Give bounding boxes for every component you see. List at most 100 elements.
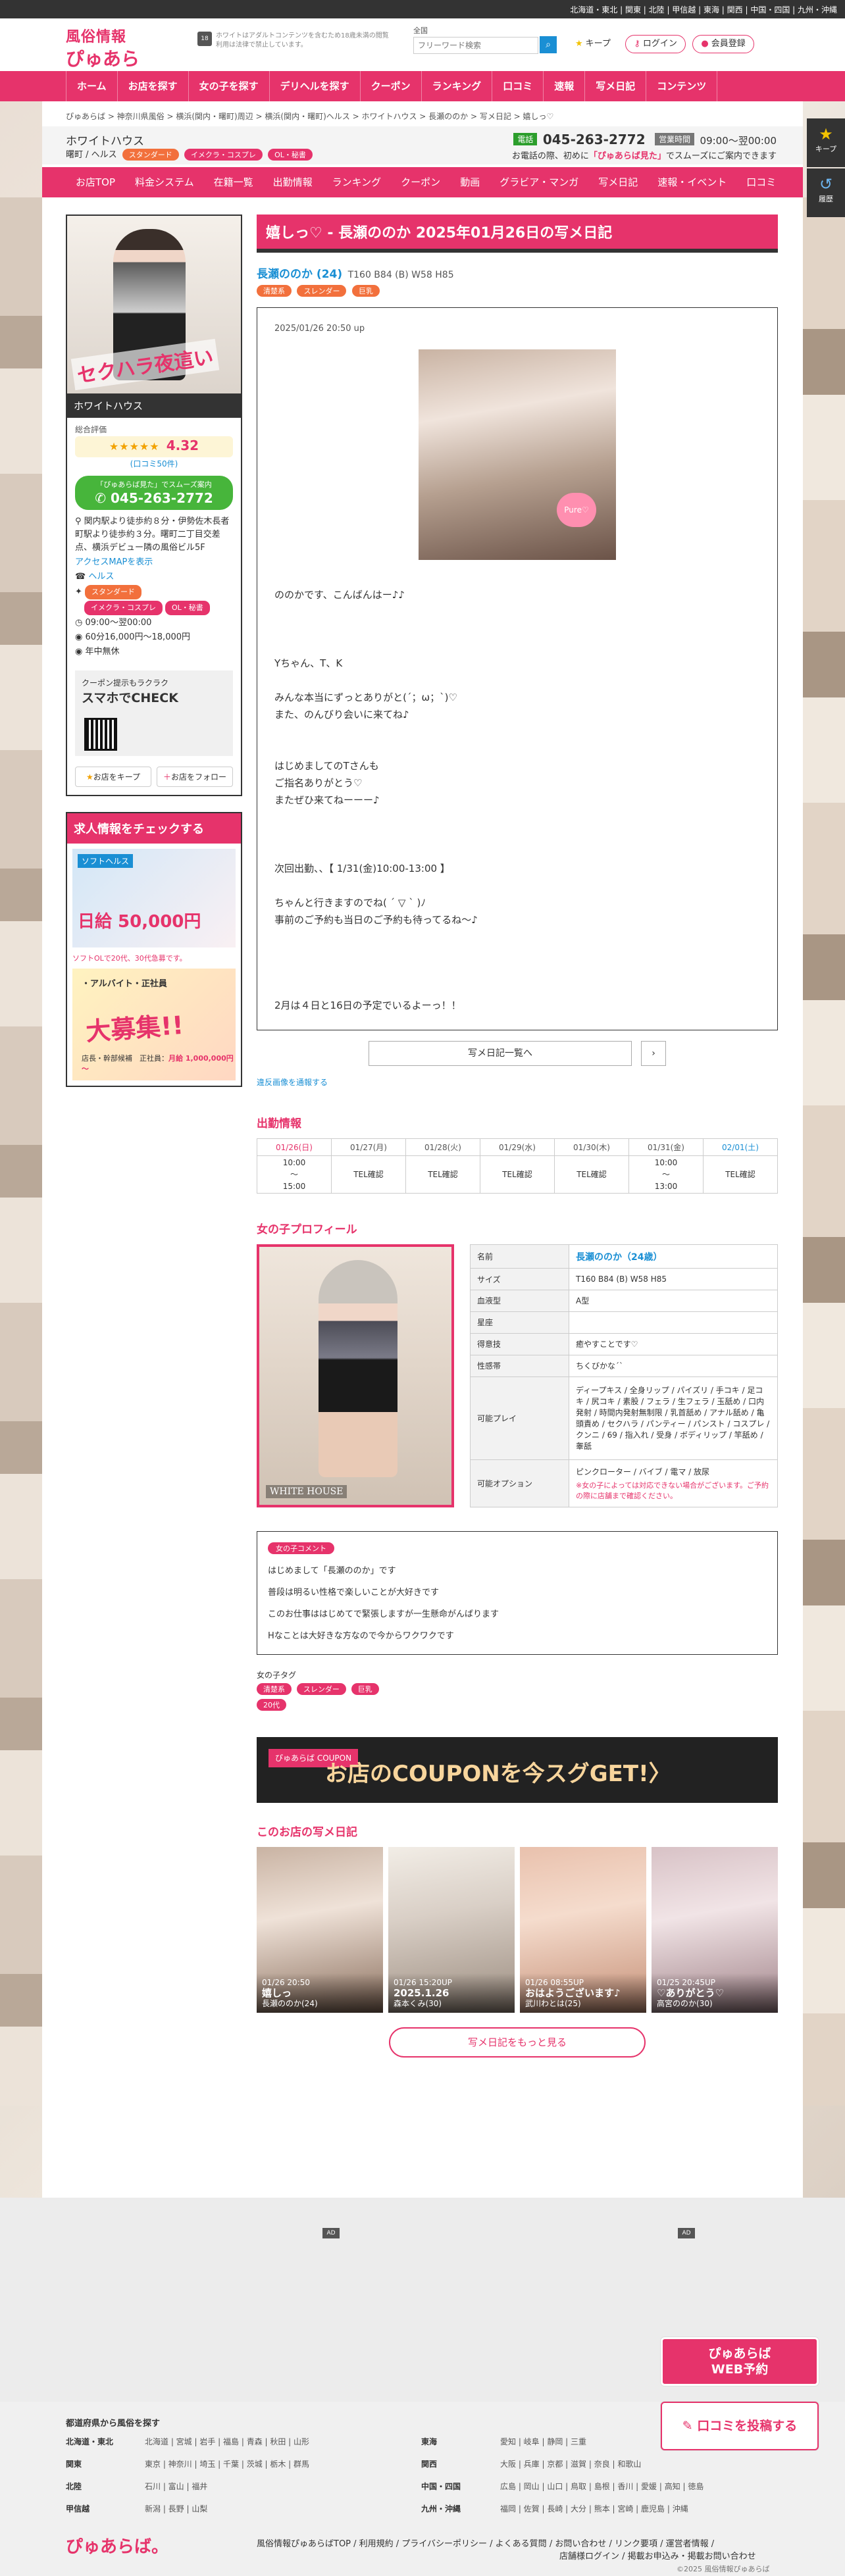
- diary-card[interactable]: 01/26 15:20UP 2025.1.26 森本くみ(30): [388, 1847, 515, 2013]
- profile-value[interactable]: 長瀬ののか（24歳）: [576, 1252, 662, 1263]
- sidebar-tag[interactable]: スタンダード: [85, 585, 142, 599]
- side-keep-label: キープ: [815, 145, 837, 153]
- shop-nav-item[interactable]: 速報・イベント: [648, 167, 736, 197]
- sidebar-tag[interactable]: イメクラ・コスプレ: [84, 601, 163, 615]
- girl-tag[interactable]: 清楚系: [257, 285, 292, 297]
- girl-tag-list: 清楚系 スレンダー 巨乳: [257, 1683, 778, 1695]
- shop-tag[interactable]: スタンダード: [122, 149, 179, 161]
- girl-tag[interactable]: スレンダー: [296, 1683, 346, 1695]
- coupon-banner[interactable]: ぴゅあらば COUPON お店のCOUPONを今スグGET!〉: [257, 1737, 778, 1803]
- shop-nav-item[interactable]: お店TOP: [66, 167, 125, 197]
- shop-nav-item[interactable]: 出勤情報: [263, 167, 322, 197]
- footer-prefecture-links[interactable]: 福岡 | 佐賀 | 長崎 | 大分 | 熊本 | 宮崎 | 鹿児島 | 沖縄: [500, 2498, 688, 2520]
- girl-tag[interactable]: 20代: [257, 1699, 286, 1711]
- schedule-date: 01/31(金): [629, 1139, 703, 1156]
- schedule-day: 01/30(木) TEL確認: [555, 1139, 629, 1193]
- girl-tag[interactable]: スレンダー: [297, 285, 347, 297]
- global-nav-item[interactable]: 口コミ: [492, 71, 543, 101]
- sidebar-tag[interactable]: OL・秘書: [165, 601, 210, 615]
- shop-card-caption: ホワイトハウス: [67, 393, 241, 418]
- profile-photo[interactable]: WHITE HOUSE: [257, 1244, 454, 1507]
- keep-button[interactable]: ★ キープ: [567, 36, 619, 54]
- shop-nav-item[interactable]: ランキング: [322, 167, 392, 197]
- shop-tag[interactable]: OL・秘書: [268, 149, 313, 161]
- diary-date: 2025/01/26 20:50 up: [274, 324, 365, 334]
- home-icon[interactable]: ホーム: [66, 71, 117, 101]
- login-button[interactable]: ⚷ ログイン: [625, 35, 686, 53]
- more-diaries-button[interactable]: 写メ日記をもっと見る: [389, 2027, 646, 2058]
- footer-links-1[interactable]: 風俗情報ぴゅあらばTOP / 利用規約 / プライバシーポリシー / よくある質…: [257, 2537, 756, 2549]
- shop-keep-button[interactable]: ★お店をキープ: [75, 767, 151, 787]
- girl-tag[interactable]: 巨乳: [351, 1683, 379, 1695]
- shop-nav-item[interactable]: グラビア・マンガ: [490, 167, 588, 197]
- girl-size: T160 B84 (B) W58 H85: [347, 270, 454, 280]
- genre-link[interactable]: ヘルス: [88, 572, 114, 582]
- global-nav-item[interactable]: 女の子を探す: [188, 71, 269, 101]
- breadcrumb[interactable]: ぴゅあらば > 神奈川県風俗 > 横浜(関内・曙町)周辺 > 横浜(関内・曙町)…: [66, 111, 553, 122]
- diary-list-button[interactable]: 写メ日記一覧へ: [369, 1041, 632, 1066]
- shop-follow-button[interactable]: ＋お店をフォロー: [157, 767, 233, 787]
- register-button[interactable]: ● 会員登録: [692, 35, 754, 53]
- footer-prefecture-links[interactable]: 広島 | 岡山 | 山口 | 鳥取 | 島根 | 香川 | 愛媛 | 高知 | …: [500, 2475, 704, 2498]
- report-image-link[interactable]: 違反画像を通報する: [257, 1076, 778, 1088]
- diary-card-caption: 01/26 20:50 嬉しっ 長瀬ののか(24): [257, 1973, 383, 2013]
- diary-card[interactable]: 01/26 08:55UP おはようございます♪ 武川わとは(25): [520, 1847, 646, 2013]
- call-button[interactable]: 「ぴゅあらば見た」でスムーズ案内 ✆ 045-263-2772: [75, 476, 233, 510]
- global-nav-item[interactable]: コンテンツ: [646, 71, 718, 101]
- shop-nav-item[interactable]: 写メ日記: [588, 167, 648, 197]
- footer-prefecture-links[interactable]: 新潟 | 長野 | 山梨: [145, 2498, 207, 2520]
- recruit-banner-2[interactable]: ・アルバイト・正社員 大募集!! 店長・幹部候補 正社員：月給 1,000,00…: [72, 969, 236, 1080]
- shop-nav-item[interactable]: 動画: [450, 167, 490, 197]
- shop-phone[interactable]: 045-263-2772: [543, 132, 646, 147]
- web-reserve-button[interactable]: ぴゅあらば WEB予約: [661, 2337, 819, 2386]
- phone-icon: ✆: [95, 490, 111, 506]
- search-input[interactable]: [413, 37, 538, 54]
- girl-tag[interactable]: 巨乳: [351, 285, 380, 297]
- diary-card-title: 2025.1.26: [394, 1987, 449, 1999]
- global-nav-item[interactable]: 写メ日記: [584, 71, 646, 101]
- footer-prefecture-links[interactable]: 東京 | 神奈川 | 埼玉 | 千葉 | 茨城 | 栃木 | 群馬: [145, 2453, 309, 2475]
- search-icon[interactable]: ⌕: [540, 36, 557, 53]
- site-logo[interactable]: 風俗情報 ぴゅあらば。: [66, 25, 158, 96]
- profile-row: 血液型 A型: [470, 1290, 778, 1312]
- girl-tag[interactable]: 清楚系: [257, 1683, 292, 1695]
- footer-prefecture-links[interactable]: 北海道 | 宮城 | 岩手 | 福島 | 青森 | 秋田 | 山形: [145, 2431, 309, 2453]
- review-count-link[interactable]: (口コミ50件): [75, 457, 233, 470]
- global-nav-item[interactable]: お店を探す: [116, 71, 188, 101]
- shop-image[interactable]: セクハラ夜這い: [67, 216, 241, 393]
- footer-prefecture-links[interactable]: 愛知 | 岐阜 | 静岡 | 三重: [500, 2431, 586, 2453]
- global-nav-item[interactable]: デリヘルを探す: [269, 71, 360, 101]
- diary-card[interactable]: 01/25 20:45UP ♡ありがとう♡ 高宮ののか(30): [652, 1847, 778, 2013]
- recruit-title[interactable]: 求人情報をチェックする: [67, 813, 241, 844]
- shop-tag[interactable]: イメクラ・コスプレ: [184, 149, 263, 161]
- footer-logo[interactable]: ぴゅあらば。: [66, 2533, 168, 2558]
- recruit-banner-1[interactable]: ソフトヘルス 日給 50,000円: [72, 849, 236, 947]
- global-nav-item[interactable]: 速報: [543, 71, 584, 101]
- global-nav-item[interactable]: ランキング: [421, 71, 492, 101]
- profile-key: 星座: [470, 1311, 569, 1334]
- profile-photo-logo: WHITE HOUSE: [266, 1485, 347, 1498]
- diary-photo[interactable]: Pure♡: [419, 349, 616, 560]
- shop-nav-item[interactable]: 口コミ: [736, 167, 786, 197]
- girl-name-link[interactable]: 長瀬ののか (24): [257, 268, 342, 281]
- qr-note: クーポン提示もラクラク: [82, 678, 169, 688]
- shop-nav-item[interactable]: 在籍一覧: [204, 167, 263, 197]
- global-nav-item[interactable]: クーポン: [359, 71, 421, 101]
- diary-card-title: ♡ありがとう♡: [657, 1987, 724, 1999]
- shop-nav-item[interactable]: 料金システム: [125, 167, 204, 197]
- footer-prefecture-links[interactable]: 石川 | 富山 | 福井: [145, 2475, 207, 2498]
- access-map-link[interactable]: アクセスMAPを表示: [75, 556, 233, 569]
- side-keep-tab[interactable]: ★ キープ: [807, 118, 845, 167]
- post-review-button[interactable]: ✎ 口コミを投稿する: [661, 2402, 819, 2450]
- shop-nav-item[interactable]: クーポン: [391, 167, 450, 197]
- footer-links-2[interactable]: 店舗様ログイン / 掲載お申込み・掲載お問い合わせ: [257, 2549, 756, 2562]
- profile-key: 名前: [470, 1244, 569, 1269]
- footer-prefecture-links[interactable]: 大阪 | 兵庫 | 京都 | 滋賀 | 奈良 | 和歌山: [500, 2453, 641, 2475]
- chevron-right-icon[interactable]: ›: [641, 1041, 666, 1066]
- main-content: 嬉しっ♡ - 長瀬ののか 2025年01月26日の写メ日記 長瀬ののか (24)…: [257, 215, 778, 2058]
- diary-card[interactable]: 01/26 20:50 嬉しっ 長瀬ののか(24): [257, 1847, 383, 2013]
- side-history-tab[interactable]: ↺ 履歴: [807, 168, 845, 217]
- tag-row: イメクラ・コスプレ OL・秘書: [75, 601, 233, 615]
- shop-name[interactable]: ホワイトハウス: [66, 132, 144, 148]
- region-links[interactable]: 北海道・東北 | 関東 | 北陸 | 甲信越 | 東海 | 関西 | 中国・四国…: [570, 4, 837, 15]
